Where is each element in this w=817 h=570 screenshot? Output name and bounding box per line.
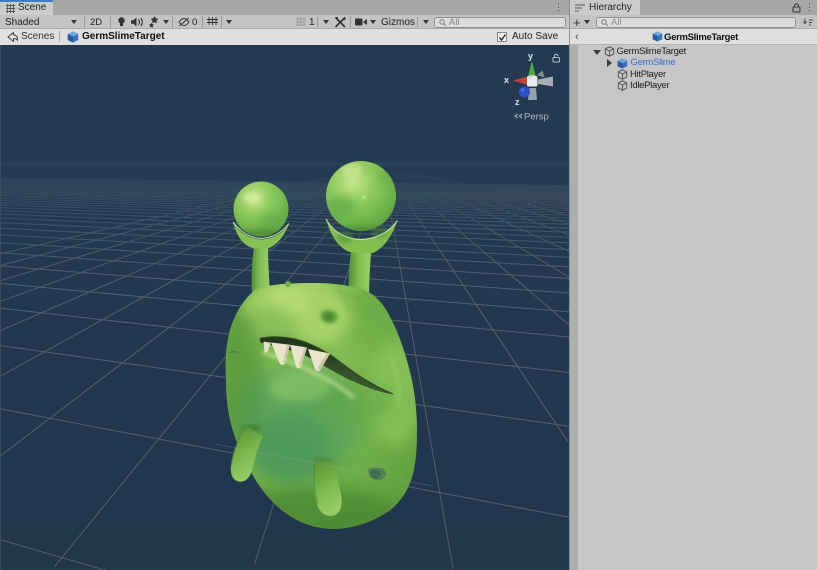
- svg-text:z: z: [515, 97, 520, 107]
- svg-text:x: x: [504, 75, 509, 85]
- svg-text:Persp: Persp: [524, 112, 549, 123]
- svg-text:y: y: [528, 51, 533, 61]
